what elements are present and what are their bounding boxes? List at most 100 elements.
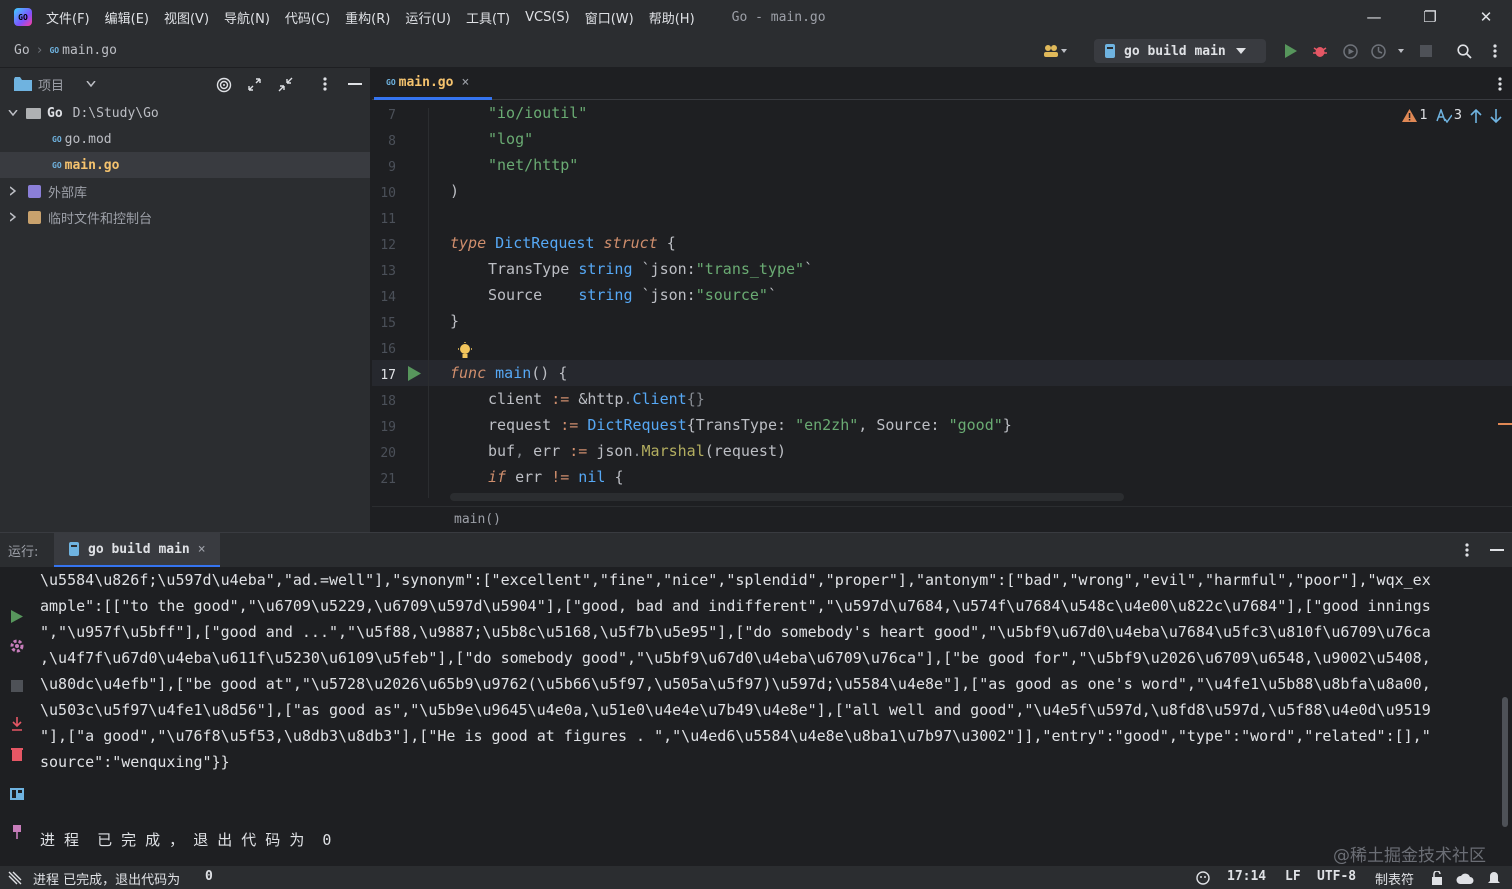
code-token: request: [488, 416, 552, 434]
arrow-up-icon[interactable]: [1470, 108, 1482, 123]
run-tab-go-build-main[interactable]: go build main ×: [54, 533, 220, 567]
menu-edit[interactable]: 编辑(E): [105, 8, 149, 27]
code-line-10[interactable]: ): [450, 182, 459, 200]
chevron-down-icon[interactable]: [86, 81, 96, 87]
settings-icon[interactable]: [8, 637, 26, 655]
tree-item-main-go[interactable]: GO main.go: [0, 152, 370, 178]
minimize-button[interactable]: —: [1346, 0, 1402, 34]
code-line-13[interactable]: TransType string `json:"trans_type"`: [488, 260, 813, 278]
console-output[interactable]: \u5584\u826f;\u597d\u4eba","ad.=well"],"…: [40, 567, 1495, 853]
breadcrumb-project[interactable]: Go: [14, 43, 30, 58]
run-configuration-select[interactable]: go build main: [1094, 39, 1266, 63]
more-options-icon[interactable]: [323, 77, 327, 91]
menu-vcs[interactable]: VCS(S): [525, 10, 570, 25]
lock-icon[interactable]: [1431, 871, 1443, 885]
console-scrollbar[interactable]: [1502, 697, 1508, 827]
users-icon[interactable]: [1040, 42, 1070, 60]
horizontal-scrollbar[interactable]: [450, 493, 1124, 501]
line-number: 8: [388, 134, 396, 149]
tree-item-external-libraries[interactable]: 外部库: [0, 178, 370, 204]
more-options-icon[interactable]: [1498, 77, 1502, 91]
menu-view[interactable]: 视图(V): [164, 8, 209, 27]
close-window-button[interactable]: ✕: [1458, 0, 1512, 34]
stop-icon[interactable]: [1417, 42, 1435, 60]
close-tab-icon[interactable]: ×: [198, 542, 206, 557]
menu-navigate[interactable]: 导航(N): [224, 8, 270, 27]
console-line: source":"wenquxing"}}: [40, 753, 230, 771]
chevron-down-icon[interactable]: [8, 110, 18, 116]
code-breadcrumb[interactable]: main(): [372, 506, 1512, 532]
goland-logo-icon[interactable]: GO: [14, 8, 32, 26]
run-gutter-icon[interactable]: [408, 366, 421, 381]
folder-icon: [26, 107, 41, 119]
hide-panel-icon[interactable]: [1490, 549, 1504, 551]
cloud-icon[interactable]: [1456, 871, 1474, 885]
menu-run[interactable]: 运行(U): [405, 8, 451, 27]
code-line-20[interactable]: buf, err := json.Marshal(request): [488, 442, 786, 460]
profile-icon[interactable]: [1370, 42, 1410, 60]
console-line: \u80dc\u4efb"],["be good at","\u5728\u20…: [40, 675, 1431, 693]
line-number: 14: [380, 290, 396, 305]
code-token: `json:: [641, 286, 696, 304]
project-panel-title[interactable]: 项目: [38, 75, 64, 94]
hide-panel-icon[interactable]: [348, 83, 362, 85]
menu-file[interactable]: 文件(F): [46, 8, 90, 27]
menu-tools[interactable]: 工具(T): [466, 8, 510, 27]
line-ending[interactable]: LF: [1285, 869, 1301, 884]
rerun-icon[interactable]: [8, 607, 26, 625]
code-line-7[interactable]: "io/ioutil": [488, 104, 587, 122]
error-stripe-marker[interactable]: [1498, 423, 1512, 425]
tab-main-go[interactable]: GO main.go ×: [374, 68, 492, 100]
chevron-right-icon[interactable]: [10, 212, 16, 222]
cursor-position[interactable]: 17:14: [1227, 869, 1266, 884]
collapse-all-icon[interactable]: [278, 77, 293, 92]
ai-assistant-icon[interactable]: [1195, 871, 1211, 885]
tree-item-go-mod[interactable]: GO go.mod: [0, 126, 370, 152]
file-encoding[interactable]: UTF-8: [1317, 869, 1356, 884]
close-tab-icon[interactable]: ×: [461, 75, 469, 90]
code-line-8[interactable]: "log": [488, 130, 533, 148]
breadcrumb-file[interactable]: main.go: [62, 43, 117, 58]
trash-icon[interactable]: [8, 745, 26, 763]
more-options-icon[interactable]: [1486, 42, 1504, 60]
restore-button[interactable]: ❐: [1402, 0, 1458, 34]
coverage-icon[interactable]: [1341, 42, 1359, 60]
run-icon[interactable]: [1281, 42, 1299, 60]
expand-all-icon[interactable]: [247, 77, 262, 92]
stop-icon[interactable]: [8, 677, 26, 695]
tree-item-project-root[interactable]: Go D:\Study\Go: [0, 100, 370, 126]
code-line-17[interactable]: func main() {: [450, 364, 567, 382]
code-line-9[interactable]: "net/http": [488, 156, 578, 174]
code-breadcrumb-function[interactable]: main(): [454, 512, 501, 527]
notifications-icon[interactable]: [1488, 871, 1500, 885]
tab-label: main.go: [398, 75, 454, 90]
lightbulb-icon[interactable]: [458, 342, 472, 360]
inspection-widget[interactable]: 1 3: [1402, 108, 1502, 123]
go-file-icon: GO: [386, 78, 396, 87]
menu-refactor[interactable]: 重构(R): [345, 8, 390, 27]
line-number: 20: [380, 446, 396, 461]
menu-code[interactable]: 代码(C): [285, 8, 330, 27]
menu-help[interactable]: 帮助(H): [649, 8, 695, 27]
search-icon[interactable]: [1455, 42, 1473, 60]
line-number: 16: [380, 342, 396, 357]
code-line-12[interactable]: type DictRequest struct {: [450, 234, 676, 252]
code-token: "good": [948, 416, 1003, 434]
menu-window[interactable]: 窗口(W): [585, 8, 634, 27]
pin-icon[interactable]: [8, 823, 26, 841]
arrow-down-icon[interactable]: [1490, 108, 1502, 123]
code-line-15[interactable]: }: [450, 312, 459, 330]
scroll-to-end-icon[interactable]: [8, 715, 26, 733]
code-line-18[interactable]: client := &http.Client{}: [488, 390, 705, 408]
chevron-right-icon[interactable]: [10, 186, 16, 196]
process-status-icon[interactable]: [8, 871, 22, 885]
tree-item-scratches[interactable]: 临时文件和控制台: [0, 204, 370, 230]
code-line-21[interactable]: if err != nil {: [488, 468, 623, 486]
code-line-19[interactable]: request := DictRequest{TransType: "en2zh…: [488, 416, 1012, 434]
more-options-icon[interactable]: [1465, 543, 1469, 557]
indent-setting[interactable]: 制表符: [1375, 869, 1414, 888]
code-line-14[interactable]: Source string `json:"source"`: [488, 286, 777, 304]
debug-icon[interactable]: [1311, 42, 1329, 60]
locate-target-icon[interactable]: [216, 77, 232, 93]
layout-icon[interactable]: [8, 785, 26, 803]
